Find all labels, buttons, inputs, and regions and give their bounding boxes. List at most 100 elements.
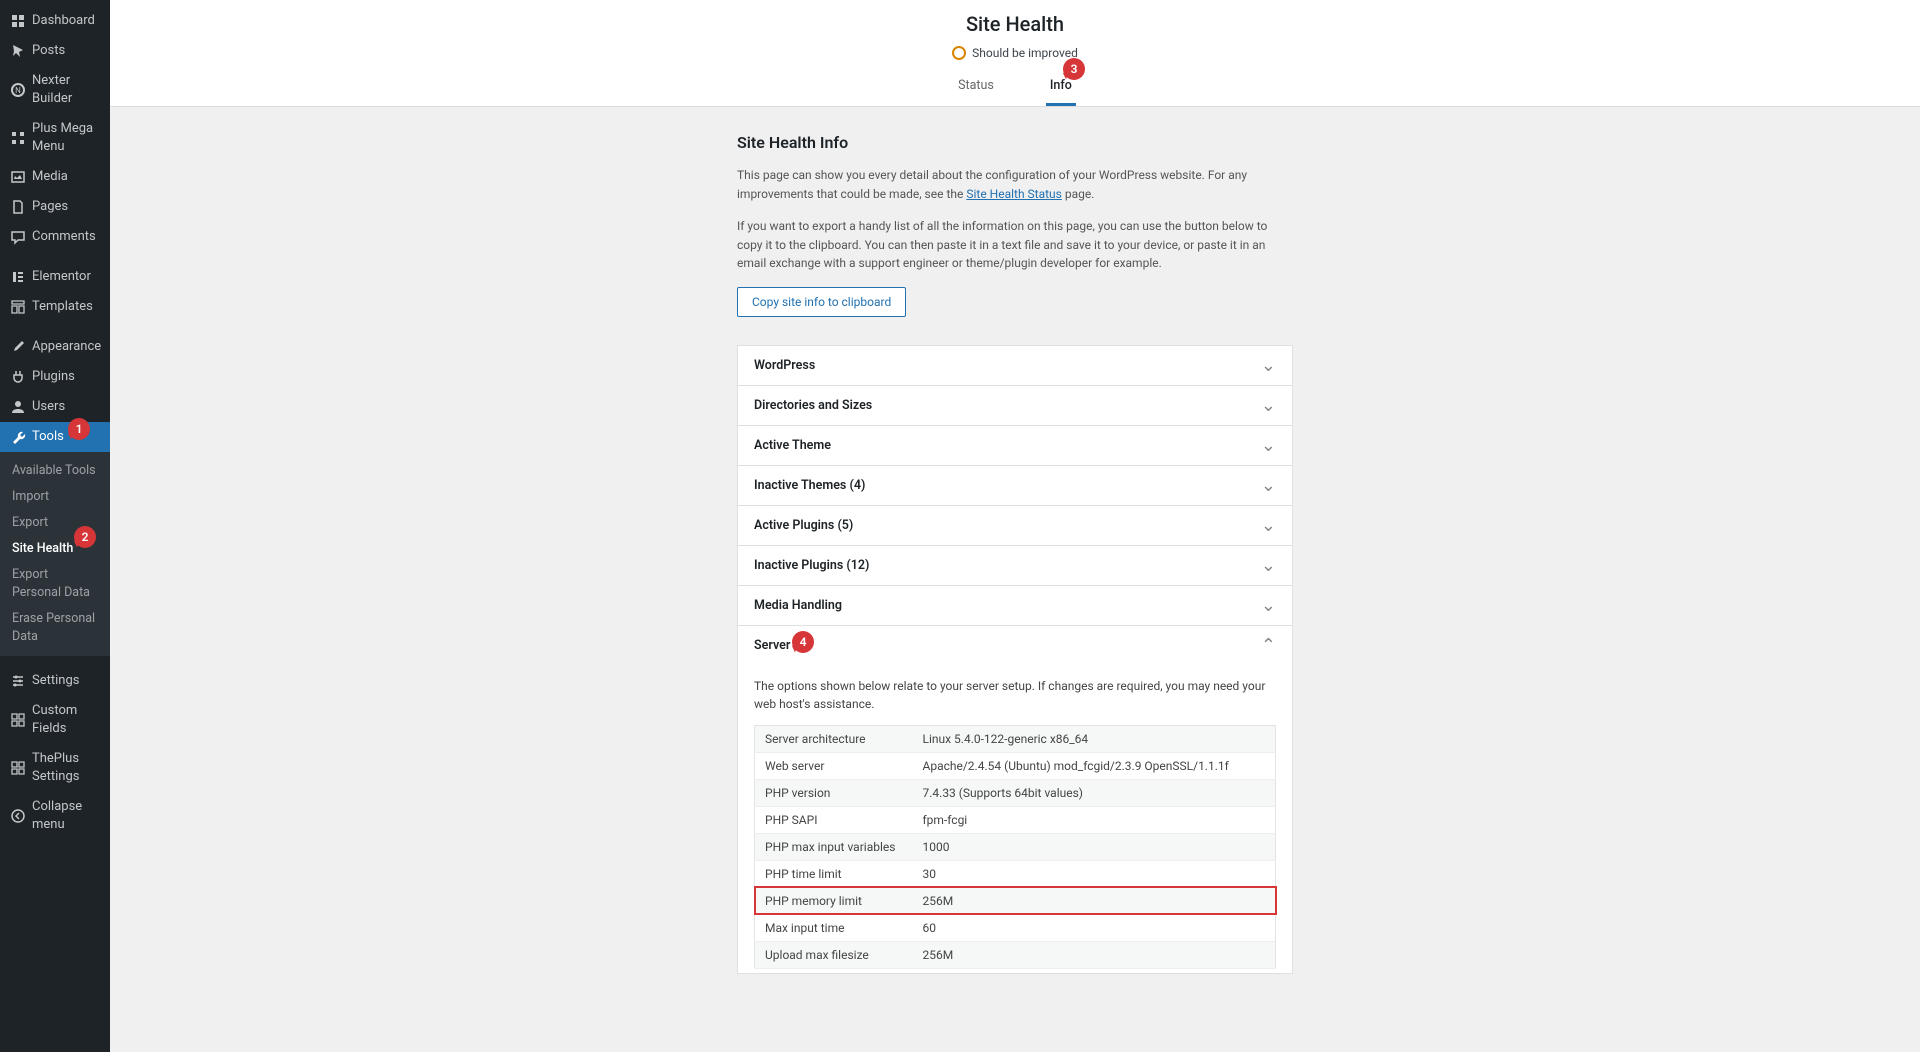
row-value: 7.4.33 (Supports 64bit values) — [913, 779, 1276, 806]
comment-icon — [10, 229, 26, 245]
sidebar-item-label: Settings — [32, 672, 100, 690]
table-row: PHP time limit30 — [755, 860, 1276, 887]
row-key: Web server — [755, 752, 913, 779]
annotation-badge-4: 4 — [792, 631, 814, 653]
sidebar-item-label: ThePlus Settings — [32, 750, 100, 786]
sidebar-item-users[interactable]: Users — [0, 392, 110, 422]
row-value: 60 — [913, 914, 1276, 941]
row-value: 256M — [913, 941, 1276, 968]
sidebar-item-customfields[interactable]: Custom Fields — [0, 696, 110, 744]
info-paragraph-2: If you want to export a handy list of al… — [737, 217, 1293, 273]
sidebar-item-dashboard[interactable]: Dashboard — [0, 6, 110, 36]
pin-icon — [10, 43, 26, 59]
copy-site-info-button[interactable]: Copy site info to clipboard — [737, 287, 906, 317]
sliders-icon — [10, 673, 26, 689]
wrench-icon — [10, 429, 26, 445]
row-value: Apache/2.4.54 (Ubuntu) mod_fcgid/2.3.9 O… — [913, 752, 1276, 779]
sidebar-subitem-available-tools[interactable]: Available Tools — [0, 458, 110, 484]
chevron-down-icon: ⌄ — [1261, 395, 1276, 416]
admin-sidebar: DashboardPostsNNexter BuilderPlus Mega M… — [0, 0, 110, 1052]
health-tabs: Status Info 3 — [110, 74, 1920, 106]
main-content: Site Health Should be improved Status In… — [110, 0, 1920, 1052]
accordion-header-server[interactable]: Server⌃4 — [738, 626, 1292, 665]
sidebar-item-label: Elementor — [32, 268, 100, 286]
sidebar-submenu-tools: Available ToolsImportExportSite Health2E… — [0, 452, 110, 656]
sidebar-item-label: Appearance — [32, 338, 101, 356]
accordion-header-wordpress[interactable]: WordPress⌄ — [738, 346, 1292, 385]
accordion-header-inactive[interactable]: Inactive Plugins (12)⌄ — [738, 546, 1292, 585]
accordion-label: Media Handling — [754, 598, 842, 613]
accordion-item: Media Handling ⌄ — [738, 585, 1292, 625]
sidebar-subitem-erase-personal-data[interactable]: Erase Personal Data — [0, 606, 110, 650]
sidebar-item-settings[interactable]: Settings — [0, 666, 110, 696]
row-key: PHP version — [755, 779, 913, 806]
accordion-header-inactive[interactable]: Inactive Themes (4)⌄ — [738, 466, 1292, 505]
row-key: Upload max filesize — [755, 941, 913, 968]
sidebar-subitem-import[interactable]: Import — [0, 484, 110, 510]
row-value: 256M — [913, 887, 1276, 914]
table-row: Upload max filesize256M — [755, 941, 1276, 968]
accordion-item: Active Theme⌄ — [738, 425, 1292, 465]
sidebar-item-media[interactable]: Media — [0, 162, 110, 192]
sidebar-item-nexter[interactable]: NNexter Builder — [0, 66, 110, 114]
table-row: Web serverApache/2.4.54 (Ubuntu) mod_fcg… — [755, 752, 1276, 779]
plug-icon — [10, 369, 26, 385]
info-paragraph-1: This page can show you every detail abou… — [737, 166, 1293, 203]
site-health-header: Site Health Should be improved Status In… — [110, 0, 1920, 107]
page-icon — [10, 199, 26, 215]
accordion-header-active[interactable]: Active Theme⌄ — [738, 426, 1292, 465]
row-key: PHP max input variables — [755, 833, 913, 860]
sidebar-item-elementor[interactable]: Elementor — [0, 262, 110, 292]
brush-icon — [10, 339, 26, 355]
row-value: Linux 5.4.0-122-generic x86_64 — [913, 725, 1276, 752]
chevron-down-icon: ⌄ — [1261, 355, 1276, 376]
row-key: PHP SAPI — [755, 806, 913, 833]
sidebar-item-label: Templates — [32, 298, 100, 316]
sidebar-item-label: Plugins — [32, 368, 100, 386]
row-value: 1000 — [913, 833, 1276, 860]
row-key: Server architecture — [755, 725, 913, 752]
chevron-down-icon: ⌄ — [1261, 515, 1276, 536]
dashboard-icon — [10, 13, 26, 29]
table-row: PHP max input variables1000 — [755, 833, 1276, 860]
sidebar-subitem-site-health[interactable]: Site Health2 — [0, 536, 110, 562]
sidebar-item-label: Custom Fields — [32, 702, 100, 738]
sidebar-item-tools[interactable]: Tools1 — [0, 422, 110, 452]
site-health-status-link[interactable]: Site Health Status — [966, 187, 1062, 201]
sidebar-item-label: Comments — [32, 228, 100, 246]
grid2-icon — [10, 760, 26, 776]
sidebar-item-label: Pages — [32, 198, 100, 216]
annotation-badge-1: 1 — [68, 418, 90, 440]
elementor-icon — [10, 269, 26, 285]
sidebar-subitem-export-personal-data[interactable]: Export Personal Data — [0, 562, 110, 606]
info-heading: Site Health Info — [737, 133, 1293, 152]
tab-status[interactable]: Status — [954, 74, 998, 106]
accordion-item: Active Plugins (5)⌄ — [738, 505, 1292, 545]
row-key: PHP time limit — [755, 860, 913, 887]
accordion-item: Directories and Sizes⌄ — [738, 385, 1292, 425]
users-icon — [10, 399, 26, 415]
sidebar-item-templates[interactable]: Templates — [0, 292, 110, 322]
sidebar-item-collapse[interactable]: Collapse menu — [0, 792, 110, 840]
sidebar-item-posts[interactable]: Posts — [0, 36, 110, 66]
accordion-header-media[interactable]: Media Handling ⌄ — [738, 586, 1292, 625]
sidebar-item-pages[interactable]: Pages — [0, 192, 110, 222]
accordion-item: Server⌃4The options shown below relate t… — [738, 625, 1292, 973]
sidebar-item-plugins[interactable]: Plugins — [0, 362, 110, 392]
accordion-label: Inactive Plugins (12) — [754, 558, 869, 573]
chevron-down-icon: ⌄ — [1261, 595, 1276, 616]
sidebar-item-label: Users — [32, 398, 100, 416]
sidebar-item-appearance[interactable]: Appearance — [0, 332, 110, 362]
info-accordion: WordPress⌄Directories and Sizes⌄Active T… — [737, 345, 1293, 974]
row-value: fpm-fcgi — [913, 806, 1276, 833]
info-content: Site Health Info This page can show you … — [737, 133, 1293, 974]
accordion-body-server: The options shown below relate to your s… — [738, 665, 1292, 973]
sidebar-item-megamenu[interactable]: Plus Mega Menu — [0, 114, 110, 162]
accordion-header-directories[interactable]: Directories and Sizes⌄ — [738, 386, 1292, 425]
accordion-header-active[interactable]: Active Plugins (5)⌄ — [738, 506, 1292, 545]
accordion-item: WordPress⌄ — [738, 345, 1292, 385]
annotation-badge-3: 3 — [1063, 58, 1085, 80]
sidebar-item-theplus[interactable]: ThePlus Settings — [0, 744, 110, 792]
sidebar-item-comments[interactable]: Comments — [0, 222, 110, 252]
annotation-badge-2: 2 — [74, 526, 96, 548]
